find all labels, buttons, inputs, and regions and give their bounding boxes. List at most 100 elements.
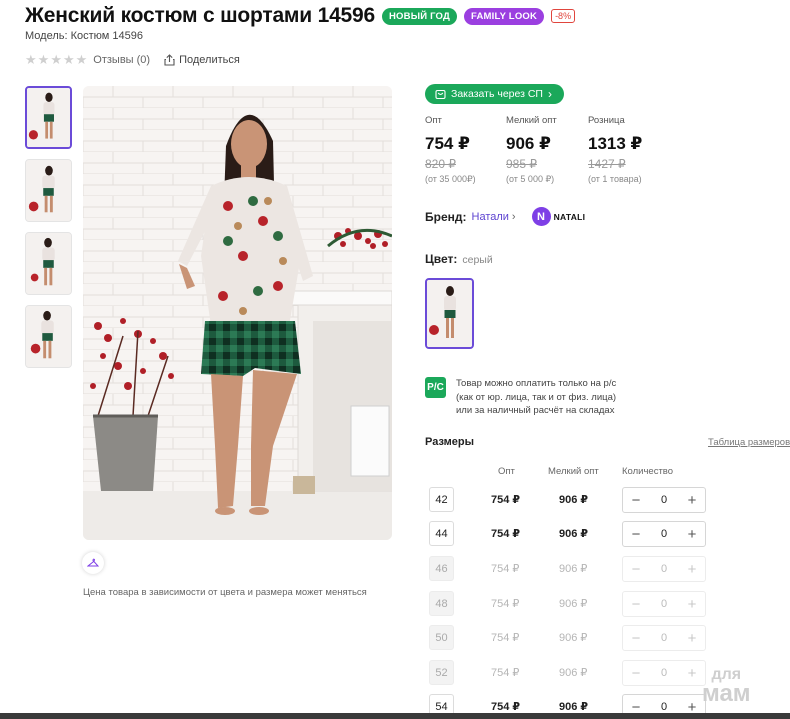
sizes-header-small-opt: Мелкий опт: [548, 466, 599, 477]
chevron-right-icon: ›: [547, 87, 552, 101]
color-label: Цвет:: [425, 252, 458, 266]
cart-icon: [435, 89, 446, 99]
thumbnail-4[interactable]: [25, 305, 72, 368]
star-icon: ★: [25, 52, 37, 67]
price-value: 906 ₽: [506, 134, 551, 153]
minus-button: −: [631, 595, 641, 613]
size-opt-price: 754 ₽: [491, 667, 520, 679]
payment-line: или за наличный расчёт на складах: [456, 405, 615, 416]
size-row: 48 754 ₽ 906 ₽ − 0 +: [429, 591, 719, 617]
star-icon: ★: [50, 52, 62, 67]
thumbnail-1[interactable]: [25, 86, 72, 149]
brand-link[interactable]: Натали ›: [472, 211, 516, 223]
size-opt-price: 754 ₽: [491, 528, 521, 540]
product-title: Женский костюм с шортами 14596: [25, 4, 375, 27]
plus-button[interactable]: +: [685, 493, 699, 508]
size-label: 48: [429, 591, 454, 616]
thumbnail-2[interactable]: [25, 159, 72, 222]
plus-button: +: [687, 629, 697, 647]
sizes-title: Размеры: [425, 436, 475, 448]
payment-info: Р/С Товар можно оплатить только на р/с (…: [425, 377, 656, 418]
size-row: 46 754 ₽ 906 ₽ − 0 +: [429, 556, 719, 582]
payment-line: Товар можно оплатить только на р/с: [456, 378, 617, 389]
size-label: 46: [429, 556, 454, 581]
quantity-value: 0: [660, 667, 668, 679]
size-small-opt-price: 906 ₽: [559, 563, 588, 575]
plus-button: +: [687, 664, 697, 682]
minus-button: −: [631, 664, 641, 682]
payment-line: (как от юр. лица, так и от физ. лица): [456, 391, 617, 403]
size-chart-link[interactable]: Таблица размеров: [708, 437, 790, 448]
size-small-opt-price: 906 ₽: [559, 494, 589, 506]
watermark-line: мам: [702, 680, 751, 707]
brand-name: Натали: [471, 210, 509, 223]
main-product-photo[interactable]: [83, 86, 392, 540]
price-disclaimer: Цена товара в зависимости от цвета и раз…: [83, 587, 367, 598]
rating-stars: ★ ★ ★ ★ ★: [25, 53, 87, 66]
order-via-sp-button[interactable]: Заказать через СП ›: [425, 84, 564, 104]
price-note: (от 1 товара): [588, 174, 642, 184]
size-opt-price: 754 ₽: [491, 632, 520, 644]
brand-label: Бренд:: [425, 209, 467, 224]
size-small-opt-price: 906 ₽: [559, 667, 588, 679]
size-row: 42 754 ₽ 906 ₽ − 0 +: [429, 487, 719, 513]
price-value: 754 ₽: [425, 134, 470, 153]
order-button-label: Заказать через СП: [451, 88, 543, 100]
price-opt: Опт 754 ₽ 820 ₽ (от 35 000₽): [425, 115, 476, 185]
thumbnail-list: [25, 86, 72, 378]
badge-new-year[interactable]: НОВЫЙ ГОД: [382, 7, 457, 25]
size-opt-price: 754 ₽: [491, 598, 520, 610]
size-label: 52: [429, 660, 454, 685]
plus-button: +: [687, 560, 697, 578]
minus-button: −: [631, 560, 641, 578]
size-small-opt-price: 906 ₽: [559, 701, 589, 713]
price-old: 985 ₽: [506, 157, 537, 171]
bank-transfer-icon: Р/С: [425, 377, 446, 398]
discount-badge: -8%: [551, 9, 576, 23]
size-label[interactable]: 42: [429, 487, 454, 512]
minus-button[interactable]: −: [629, 493, 643, 508]
thumbnail-3[interactable]: [25, 232, 72, 295]
quantity-stepper: − 0 +: [622, 556, 706, 582]
brand-logo-letter: N: [531, 207, 551, 226]
payment-text: Товар можно оплатить только на р/с (как …: [456, 377, 656, 418]
photo-zoom-button[interactable]: [82, 552, 104, 574]
size-label: 50: [429, 625, 454, 650]
quantity-value: 0: [660, 563, 668, 575]
plus-button[interactable]: +: [685, 527, 699, 542]
title-row: Женский костюм с шортами 14596 НОВЫЙ ГОД…: [25, 4, 576, 28]
brand-logo[interactable]: N NATALI: [531, 207, 586, 226]
share-icon: [164, 53, 175, 66]
price-old: 1427 ₽: [588, 157, 626, 171]
share-button[interactable]: Поделиться: [164, 54, 240, 66]
size-label[interactable]: 44: [429, 521, 454, 546]
size-row: 52 754 ₽ 906 ₽ − 0 +: [429, 660, 719, 686]
bottom-scrollbar[interactable]: [0, 713, 790, 719]
minus-button: −: [631, 629, 641, 647]
quantity-value[interactable]: 0: [661, 528, 667, 540]
badge-family-look[interactable]: FAMILY LOOK: [463, 7, 545, 25]
price-label: Опт: [425, 115, 442, 126]
price-small-opt: Мелкий опт 906 ₽ 985 ₽ (от 5 000 ₽): [506, 115, 557, 185]
reviews-link[interactable]: Отзывы (0): [93, 54, 150, 66]
share-label: Поделиться: [179, 53, 240, 66]
star-icon: ★: [62, 52, 75, 67]
quantity-stepper: − 0 +: [622, 625, 706, 651]
size-opt-price: 754 ₽: [491, 563, 520, 575]
price-old: 820 ₽: [425, 157, 456, 171]
size-small-opt-price: 906 ₽: [559, 632, 588, 644]
star-icon: ★: [37, 52, 50, 67]
color-row: Цвет: серый: [425, 252, 493, 266]
quantity-stepper: − 0 +: [622, 487, 706, 513]
watermark: для мам: [702, 665, 751, 707]
minus-button[interactable]: −: [629, 527, 643, 542]
size-row: 50 754 ₽ 906 ₽ − 0 +: [429, 625, 719, 651]
quantity-value[interactable]: 0: [661, 494, 667, 506]
price-note: (от 5 000 ₽): [506, 174, 555, 184]
price-retail: Розница 1313 ₽ 1427 ₽ (от 1 товара): [588, 115, 642, 184]
quantity-value[interactable]: 0: [661, 701, 667, 713]
sizes-header-opt: Опт: [498, 466, 515, 477]
color-swatch[interactable]: [425, 278, 474, 349]
price-note: (от 35 000₽): [425, 174, 476, 184]
rating-row: ★ ★ ★ ★ ★ Отзывы (0) Поделиться: [25, 53, 240, 66]
